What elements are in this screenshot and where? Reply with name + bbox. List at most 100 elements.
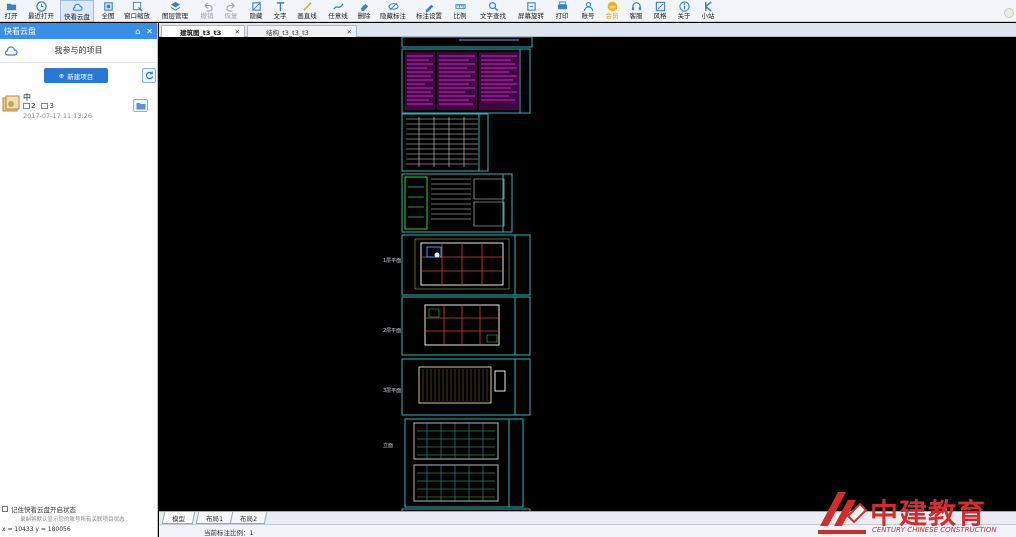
cloud-icon	[4, 46, 18, 56]
project-item[interactable]: 中 2 3 2017-07-17 11:13:26	[0, 89, 157, 123]
delete-button[interactable]: 删除	[354, 0, 374, 22]
zoom-window-icon	[131, 1, 143, 12]
tab-structure[interactable]: 结构_t3_t3_t3 ✕	[247, 25, 357, 37]
panel-title: 快看云盘	[4, 26, 36, 36]
tab-layout-2[interactable]: 布局2	[229, 512, 268, 524]
recent-button[interactable]: 最近打开	[26, 0, 56, 22]
undo-icon	[201, 1, 213, 12]
drawing-canvas[interactable]: 1层平面 2层平面 3层平面 立面	[159, 37, 1016, 511]
pin-icon[interactable]: ⌂	[135, 27, 140, 36]
text-search-icon	[487, 1, 499, 12]
headset-icon	[630, 1, 642, 12]
undo-button[interactable]: 撤销	[198, 0, 216, 22]
tab-layout-1[interactable]: 布局1	[195, 512, 234, 524]
brand-subtitle: CENTURY CHINESE CONSTRUCTION	[872, 526, 997, 534]
layers-icon	[169, 1, 181, 12]
print-icon	[556, 1, 568, 12]
section-title: 我参与的项目	[54, 46, 103, 55]
folder-icon	[136, 102, 145, 109]
sheet-floor-plan-1	[401, 234, 531, 296]
annotation-settings-button[interactable]: 标注设置	[414, 0, 444, 22]
refresh-button[interactable]	[142, 68, 156, 83]
plus-icon: ⊕	[58, 71, 65, 80]
tab-label: 结构_t3_t3_t3	[266, 28, 309, 37]
info-icon	[678, 1, 690, 12]
annotation-settings-icon	[423, 1, 435, 12]
scale-icon	[454, 1, 466, 12]
redo-icon	[225, 1, 237, 12]
layers-button[interactable]: 图层管理	[160, 0, 190, 22]
refresh-icon	[145, 71, 153, 80]
new-project-label: 新建项目	[67, 72, 94, 81]
clock-icon	[35, 1, 47, 12]
scale-button[interactable]: 比例	[450, 0, 470, 22]
remember-checkbox[interactable]	[2, 506, 8, 512]
zoom-window-button[interactable]: 窗口缩放	[122, 0, 152, 22]
k-station-icon	[702, 1, 714, 12]
style-button[interactable]: 风格	[650, 0, 670, 22]
text-button[interactable]: 文字	[270, 0, 290, 22]
brand-logo-icon	[818, 492, 868, 534]
close-icon[interactable]: ✕	[235, 28, 240, 36]
account-icon	[582, 1, 594, 12]
panel-header: 快看云盘 ⌂ ✕	[0, 23, 157, 39]
member-icon	[41, 103, 49, 109]
eraser-icon	[358, 1, 370, 12]
sheet-label: 立面	[383, 443, 394, 449]
fit-view-button[interactable]: 全图	[98, 0, 118, 22]
hide-annotation-icon	[387, 1, 399, 12]
open-folder-button[interactable]	[133, 99, 148, 112]
redo-button[interactable]: 恢复	[222, 0, 240, 22]
freehand-button[interactable]: 任意线	[326, 0, 350, 22]
document-tabs: 建筑图_t3_t3 ✕ 结构_t3_t3_t3 ✕	[159, 23, 1016, 37]
project-section-header: 我参与的项目	[0, 39, 157, 63]
cad-drawing	[401, 37, 533, 511]
cloud-disk-button[interactable]: 快看云盘	[60, 0, 94, 22]
sheet-label: 2层平面	[383, 328, 402, 334]
tab-model[interactable]: 模型	[161, 512, 196, 524]
hide-icon	[250, 1, 262, 12]
vip-button[interactable]: VIP 会员	[602, 0, 622, 22]
station-button[interactable]: 小站	[698, 0, 718, 22]
folder-open-icon	[5, 1, 17, 12]
sheet-floor-plan-2	[401, 296, 531, 356]
sheet-door-window-table	[401, 113, 489, 172]
text-icon	[274, 1, 286, 12]
sheet-label: 1层平面	[383, 258, 402, 264]
project-date: 2017-07-17 11:13:26	[23, 112, 93, 120]
new-project-button[interactable]: ⊕ 新建项目	[44, 68, 108, 83]
tab-label: 建筑图_t3_t3	[180, 28, 222, 37]
open-button[interactable]: 打开	[2, 0, 20, 22]
close-icon[interactable]: ✕	[146, 27, 153, 36]
remember-state-option[interactable]: 记住快看云盘开启状态	[2, 504, 76, 514]
close-icon[interactable]: ✕	[347, 28, 352, 36]
support-button[interactable]: 客服	[626, 0, 646, 22]
sheet-design-notes	[401, 48, 531, 114]
vip-badge: VIP	[609, 4, 616, 9]
line-icon	[301, 1, 313, 12]
sheet-details	[401, 173, 513, 233]
sheet-elevations	[404, 418, 524, 508]
print-button[interactable]: 打印	[552, 0, 572, 22]
annotation-scale-status: 当前标注比例：1	[204, 529, 254, 537]
line-button[interactable]: 画直线	[294, 0, 320, 22]
window-menu-icon[interactable]	[1004, 8, 1014, 18]
drawing-icon	[23, 103, 30, 109]
rotate-screen-icon	[525, 1, 537, 12]
hide-button[interactable]: 隐藏	[246, 0, 266, 22]
cloud-icon	[71, 2, 83, 13]
sheet-label: 3层平面	[383, 388, 402, 394]
text-search-button[interactable]: 文字查找	[478, 0, 508, 22]
account-button[interactable]: 账号	[578, 0, 598, 22]
hide-annotation-button[interactable]: 隐藏标注	[378, 0, 408, 22]
style-icon	[654, 1, 666, 12]
freehand-icon	[332, 1, 344, 12]
tab-architecture[interactable]: 建筑图_t3_t3 ✕	[161, 25, 245, 37]
about-button[interactable]: 关于	[674, 0, 694, 22]
panel-hint: 录制将默认显示您的账号所有关联项目状态	[20, 517, 125, 523]
project-stats: 2 3	[23, 102, 54, 110]
rotate-screen-button[interactable]: 屏幕旋转	[516, 0, 546, 22]
vip-icon: VIP	[606, 1, 618, 12]
sheet-roof-plan	[401, 358, 531, 416]
project-thumbnail-icon	[2, 95, 20, 112]
